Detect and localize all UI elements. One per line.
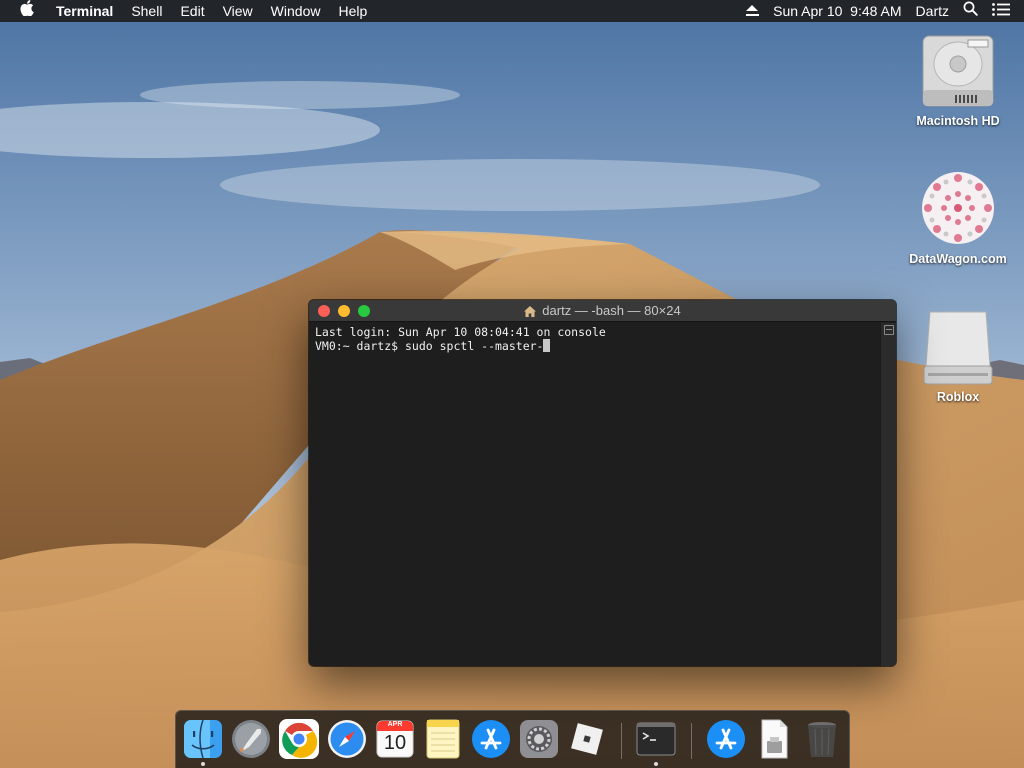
flower-pattern-icon bbox=[920, 170, 996, 246]
app-store-folder-icon bbox=[707, 720, 745, 758]
menu-help[interactable]: Help bbox=[329, 0, 376, 22]
dock-calendar[interactable]: APR 10 bbox=[373, 717, 417, 761]
maximize-button[interactable] bbox=[358, 305, 370, 317]
dock-notes[interactable] bbox=[421, 717, 465, 761]
dock-safari[interactable] bbox=[325, 717, 369, 761]
dock-roblox[interactable] bbox=[565, 717, 609, 761]
apple-menu-icon[interactable] bbox=[0, 0, 47, 22]
desktop-icon-label: DataWagon.com bbox=[909, 252, 1007, 266]
notes-icon bbox=[426, 719, 460, 759]
terminal-title: dartz — -bash — 80×24 bbox=[542, 303, 681, 318]
dock-finder[interactable] bbox=[181, 717, 225, 761]
dock-system-preferences[interactable] bbox=[517, 717, 561, 761]
running-indicator bbox=[654, 762, 658, 766]
roblox-icon bbox=[571, 723, 603, 755]
dock-document[interactable] bbox=[752, 717, 796, 761]
terminal-prompt-line: VM0:~ dartz$ sudo spctl --master- bbox=[315, 339, 873, 353]
terminal-scrollbar[interactable] bbox=[880, 323, 896, 666]
desktop-icon-label: Macintosh HD bbox=[916, 114, 1000, 128]
dock-app-store[interactable] bbox=[469, 717, 513, 761]
desktop-icon-macintosh-hd[interactable]: Macintosh HD bbox=[903, 32, 1013, 128]
menu-bar: Terminal Shell Edit View Window Help Sun… bbox=[0, 0, 1024, 22]
terminal-line: Last login: Sun Apr 10 08:04:41 on conso… bbox=[315, 325, 606, 339]
split-pane-icon[interactable] bbox=[884, 325, 894, 335]
menu-shell[interactable]: Shell bbox=[122, 0, 171, 22]
minimize-button[interactable] bbox=[338, 305, 350, 317]
dock-app-store-stack[interactable] bbox=[704, 717, 748, 761]
notification-center-icon[interactable] bbox=[985, 0, 1024, 22]
system-preferences-icon bbox=[520, 720, 558, 758]
dock-trash[interactable] bbox=[800, 717, 844, 761]
calendar-month: APR bbox=[387, 721, 403, 728]
menu-view[interactable]: View bbox=[214, 0, 262, 22]
dock-separator bbox=[621, 723, 622, 759]
trash-icon bbox=[808, 722, 836, 757]
hard-drive-icon bbox=[920, 32, 996, 108]
menubar-user[interactable]: Dartz bbox=[909, 0, 956, 22]
menu-app-name[interactable]: Terminal bbox=[47, 0, 122, 22]
calendar-day: 10 bbox=[383, 732, 407, 754]
terminal-command: VM0:~ dartz$ sudo spctl --master- bbox=[315, 339, 544, 353]
app-store-icon bbox=[472, 720, 510, 758]
spotlight-search-icon[interactable] bbox=[956, 0, 985, 22]
menu-window[interactable]: Window bbox=[262, 0, 330, 22]
eject-menu[interactable] bbox=[739, 0, 766, 22]
dock: APR 10 bbox=[175, 710, 850, 768]
terminal-icon bbox=[636, 722, 676, 756]
chrome-icon bbox=[279, 719, 319, 759]
dock-chrome[interactable] bbox=[277, 717, 321, 761]
document-icon bbox=[761, 719, 788, 759]
eject-icon bbox=[746, 5, 760, 16]
home-icon bbox=[524, 305, 537, 317]
launchpad-icon bbox=[232, 720, 270, 758]
close-button[interactable] bbox=[318, 305, 330, 317]
menu-edit[interactable]: Edit bbox=[171, 0, 213, 22]
dock-terminal[interactable] bbox=[634, 717, 678, 761]
menubar-clock[interactable]: Sun Apr 10 9:48 AM bbox=[766, 0, 908, 22]
finder-icon bbox=[184, 719, 222, 759]
dock-separator bbox=[691, 723, 692, 759]
safari-icon bbox=[328, 720, 366, 758]
terminal-content[interactable]: Last login: Sun Apr 10 08:04:41 on conso… bbox=[309, 323, 879, 666]
terminal-titlebar[interactable]: dartz — -bash — 80×24 bbox=[309, 300, 896, 322]
terminal-window[interactable]: dartz — -bash — 80×24 Last login: Sun Ap… bbox=[309, 300, 896, 666]
external-drive-icon bbox=[920, 308, 996, 385]
dock-launchpad[interactable] bbox=[229, 717, 273, 761]
desktop-icon-roblox[interactable]: Roblox bbox=[903, 308, 1013, 404]
text-cursor bbox=[543, 339, 551, 352]
desktop-icon-label: Roblox bbox=[936, 390, 980, 404]
desktop-icon-datawagon[interactable]: DataWagon.com bbox=[903, 170, 1013, 266]
running-indicator bbox=[201, 762, 205, 766]
